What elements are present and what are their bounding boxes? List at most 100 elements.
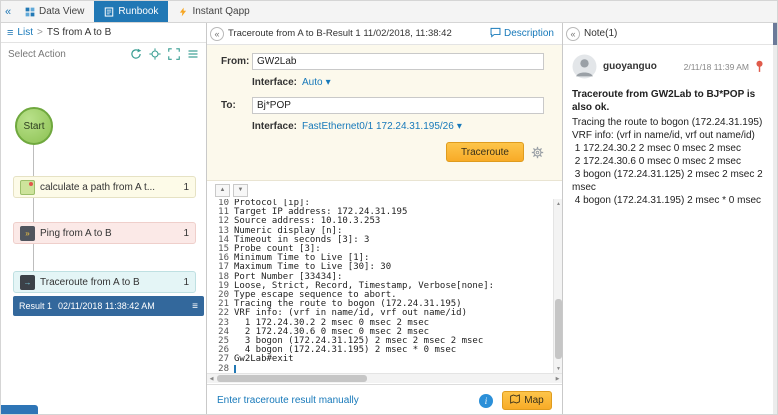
to-interface-select[interactable]: FastEthernet0/1 172.24.31.195/26 ▾ <box>302 121 462 132</box>
flow-connector-line <box>33 145 34 273</box>
fit-screen-icon[interactable] <box>168 48 180 60</box>
traceroute-form: From: Interface: Auto ▾ To: Interface: F… <box>207 45 562 181</box>
note-line: VRF info: (vrf in name/id, vrf out name/… <box>572 129 764 142</box>
from-interface-select[interactable]: Auto ▾ <box>302 77 331 88</box>
middle-panel-footer: Enter traceroute result manually i Map <box>207 384 562 415</box>
flow-canvas: Start calculate a path from A t... 1 » P… <box>1 65 206 415</box>
flow-node-calculate-path[interactable]: calculate a path from A t... 1 <box>13 176 196 198</box>
to-label: To: <box>221 100 252 111</box>
refresh-icon[interactable] <box>130 48 142 60</box>
console-output[interactable]: 10Protocol [ip]:11Target IP address: 172… <box>207 199 562 373</box>
data-view-icon <box>25 7 35 17</box>
instant-qapp-icon <box>178 7 188 17</box>
flow-start-node[interactable]: Start <box>15 107 53 145</box>
scrollbar-up-arrow-icon[interactable]: ▲ <box>554 199 562 208</box>
description-label: Description <box>504 28 554 39</box>
note-line: 1 172.24.30.2 2 msec 0 msec 2 msec <box>572 142 764 155</box>
tab-runbook-label: Runbook <box>118 6 158 17</box>
enter-result-manually-link[interactable]: Enter traceroute result manually <box>217 395 359 406</box>
note-panel-header: « Note(1) <box>563 23 773 45</box>
scroll-down-button[interactable]: ▼ <box>233 184 248 197</box>
breadcrumb-separator: > <box>37 27 43 38</box>
flow-node-count: 1 <box>183 277 189 288</box>
note-line: 4 bogon (172.24.31.195) 2 msec * 0 msec <box>572 194 764 207</box>
page-scroll-thumb[interactable] <box>773 23 778 45</box>
note-item: guoyanguo 2/11/18 11:39 AM Traceroute fr… <box>563 45 773 207</box>
map-button-label: Map <box>524 395 543 406</box>
result-menu-icon[interactable]: ≡ <box>192 301 198 312</box>
result-row[interactable]: Result 1 02/11/2018 11:38:42 AM ≡ <box>13 296 204 316</box>
traceroute-button[interactable]: Traceroute <box>446 142 524 162</box>
from-input[interactable] <box>252 53 544 70</box>
console-toolbar: ▲ ▼ <box>207 181 562 199</box>
avatar <box>572 54 597 79</box>
ping-icon: » <box>20 226 35 241</box>
page-scrollbar[interactable] <box>773 23 778 415</box>
start-label: Start <box>23 121 44 132</box>
note-lines: Tracing the route to bogon (172.24.31.19… <box>572 116 764 207</box>
chevron-down-icon: ▾ <box>326 77 331 88</box>
app-window: « Data View Runbook Instant Qapp ≡ List … <box>0 0 778 415</box>
flow-node-traceroute[interactable]: → Traceroute from A to B 1 <box>13 271 196 293</box>
collapse-middle-panel-icon[interactable]: « <box>210 27 224 41</box>
note-title-text: Traceroute from GW2Lab to BJ*POP is also… <box>572 88 764 114</box>
from-interface-value: Auto <box>302 77 323 88</box>
runbook-flow-panel: ≡ List > TS from A to B Select Action St… <box>1 23 207 415</box>
collapse-left-icon[interactable]: « <box>1 1 15 22</box>
note-panel: « Note(1) guoyanguo 2/11/18 11:39 AM Tra… <box>563 23 773 415</box>
note-header-row: guoyanguo 2/11/18 11:39 AM <box>572 54 764 79</box>
horizontal-scroll-thumb[interactable] <box>217 375 367 382</box>
select-action-bar: Select Action <box>1 43 206 65</box>
console-line: 28 <box>211 365 552 373</box>
pin-icon[interactable] <box>755 60 764 73</box>
gear-icon[interactable] <box>531 146 544 159</box>
top-tab-bar: « Data View Runbook Instant Qapp <box>1 1 778 23</box>
note-author: guoyanguo <box>603 61 657 72</box>
note-panel-title: Note(1) <box>584 28 617 39</box>
scrollbar-left-arrow-icon[interactable]: ◀ <box>207 374 216 383</box>
console-horizontal-scrollbar[interactable]: ◀ ▶ <box>207 373 562 383</box>
vertical-scroll-thumb[interactable] <box>555 299 562 359</box>
result-title: Traceroute from A to B-Result 1 11/02/20… <box>228 28 482 39</box>
description-link[interactable]: Description <box>482 27 562 41</box>
menu-icon[interactable] <box>187 48 199 60</box>
traceroute-icon: → <box>20 275 35 290</box>
scrollbar-down-arrow-icon[interactable]: ▼ <box>554 364 562 373</box>
from-label: From: <box>221 56 252 67</box>
to-interface-value: FastEthernet0/1 172.24.31.195/26 <box>302 121 454 132</box>
description-bubble-icon <box>490 27 501 41</box>
scrollbar-right-arrow-icon[interactable]: ▶ <box>553 374 562 383</box>
tab-data-view-label: Data View <box>39 6 84 17</box>
breadcrumb-current: TS from A to B <box>47 27 111 38</box>
traceroute-result-panel: « Traceroute from A to B-Result 1 11/02/… <box>207 23 563 415</box>
tab-instant-qapp-label: Instant Qapp <box>192 6 249 17</box>
to-input[interactable] <box>252 97 544 114</box>
tab-instant-qapp[interactable]: Instant Qapp <box>168 1 259 22</box>
flow-node-label: calculate a path from A t... <box>40 182 178 193</box>
collapse-note-panel-icon[interactable]: « <box>566 27 580 41</box>
list-icon: ≡ <box>7 27 13 39</box>
path-map-icon <box>20 180 35 195</box>
map-button[interactable]: Map <box>502 391 552 410</box>
note-line: 3 bogon (172.24.31.125) 2 msec 2 msec 2 … <box>572 168 764 194</box>
flow-node-label: Ping from A to B <box>40 228 178 239</box>
note-line: 2 172.24.30.6 0 msec 0 msec 2 msec <box>572 155 764 168</box>
text-cursor <box>234 365 236 373</box>
info-icon[interactable]: i <box>479 394 493 408</box>
crosshair-icon[interactable] <box>149 48 161 60</box>
tab-runbook[interactable]: Runbook <box>94 1 168 22</box>
bottom-left-partial-button[interactable] <box>1 405 38 415</box>
middle-panel-header: Traceroute from A to B-Result 1 11/02/20… <box>207 23 562 45</box>
select-action-label: Select Action <box>8 49 66 60</box>
breadcrumb-list-link[interactable]: List <box>17 27 33 38</box>
scroll-up-button[interactable]: ▲ <box>215 184 230 197</box>
flow-node-label: Traceroute from A to B <box>40 277 178 288</box>
tab-data-view[interactable]: Data View <box>15 1 94 22</box>
console-lines: 10Protocol [ip]:11Target IP address: 172… <box>211 199 552 373</box>
from-interface-label: Interface: <box>252 77 297 88</box>
console-vertical-scrollbar[interactable]: ▲ ▼ <box>553 199 562 373</box>
to-interface-label: Interface: <box>252 121 297 132</box>
map-icon <box>510 394 520 407</box>
result-label: Result 1 <box>19 301 52 311</box>
flow-node-ping[interactable]: » Ping from A to B 1 <box>13 222 196 244</box>
